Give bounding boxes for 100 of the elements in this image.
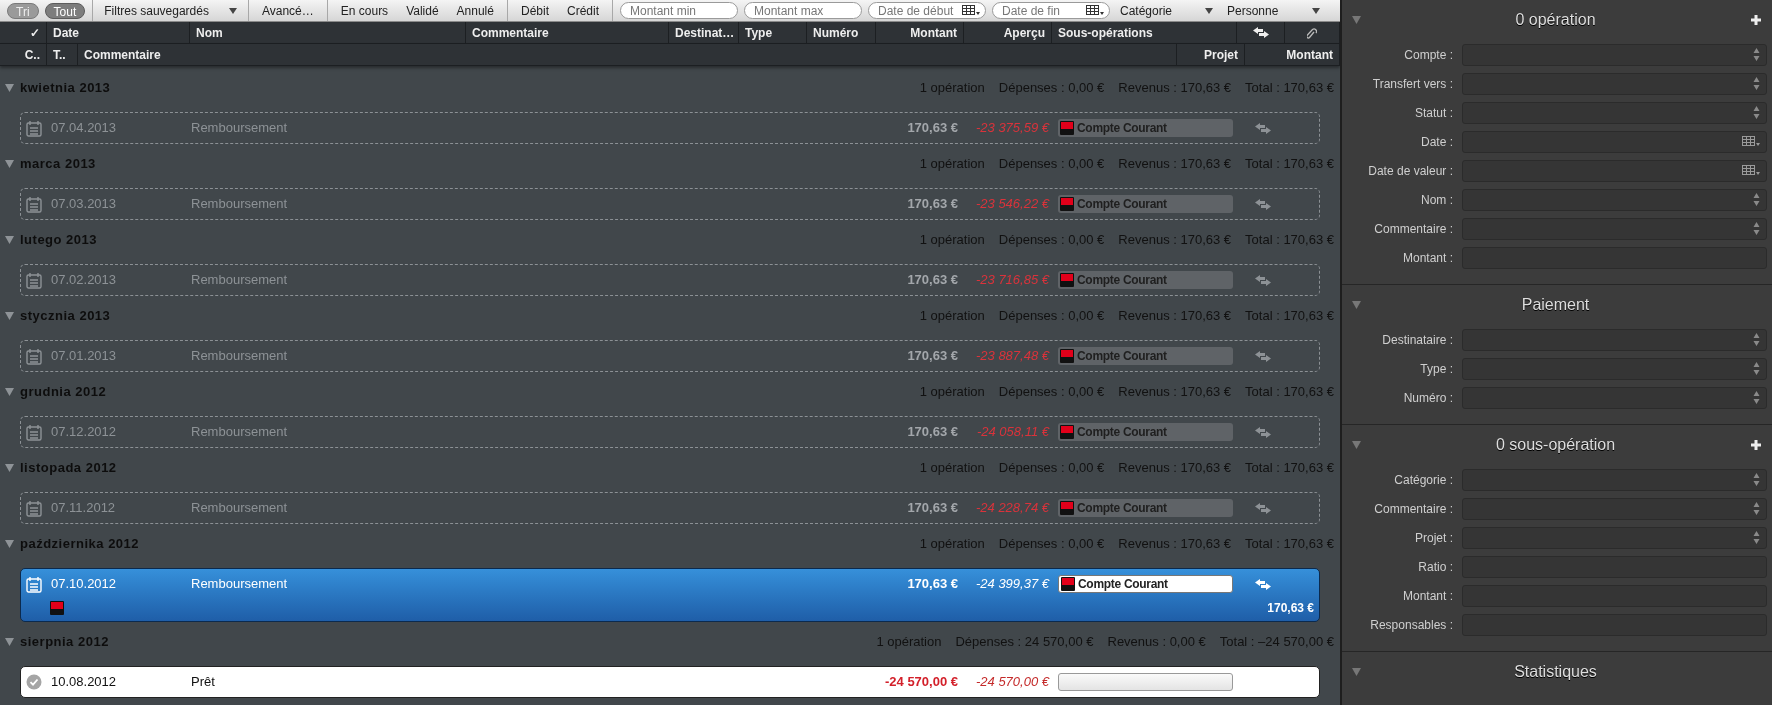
disclosure-triangle-icon[interactable] bbox=[5, 160, 14, 168]
disclosure-triangle-icon[interactable] bbox=[1352, 668, 1361, 676]
filter-button[interactable]: Annulé bbox=[448, 0, 502, 21]
calendar-icon bbox=[26, 423, 42, 441]
search-field[interactable]: Montant min bbox=[620, 2, 738, 19]
add-button[interactable] bbox=[1750, 439, 1762, 451]
balance-cell-text: -23 716,85 € bbox=[975, 271, 1049, 290]
group-summary: Dépenses : 0,00 € bbox=[998, 79, 1105, 98]
column-header[interactable]: C.. bbox=[0, 44, 47, 65]
popup-field[interactable] bbox=[1462, 497, 1767, 520]
column-header[interactable]: Type bbox=[739, 22, 807, 43]
calendar-icon bbox=[26, 575, 42, 593]
name-cell-text: Remboursement bbox=[191, 423, 289, 442]
popup-field[interactable] bbox=[1462, 357, 1767, 380]
calendar-icon bbox=[1742, 136, 1760, 147]
filter-dropdown[interactable]: Catégorie bbox=[1114, 0, 1219, 21]
field-label: Destinataire : bbox=[1381, 331, 1454, 349]
search-field[interactable]: Montant max bbox=[744, 2, 862, 19]
disclosure-triangle-icon[interactable] bbox=[5, 236, 14, 244]
dropdown-arrow-icon bbox=[1312, 7, 1320, 14]
account-name: Compte Courant bbox=[1077, 120, 1167, 137]
stepper-icon bbox=[1753, 47, 1760, 62]
filter-button[interactable]: Validé bbox=[398, 0, 447, 21]
disclosure-triangle-icon[interactable] bbox=[5, 388, 14, 396]
date-field[interactable]: Date de fin bbox=[992, 2, 1110, 19]
popup-field[interactable] bbox=[1462, 468, 1767, 491]
disclosure-triangle-icon[interactable] bbox=[1352, 441, 1361, 449]
group-summary: 1 opération bbox=[919, 459, 985, 478]
disclosure-triangle-icon[interactable] bbox=[1352, 16, 1361, 24]
column-header[interactable]: Aperçu bbox=[964, 22, 1052, 43]
column-header[interactable]: Date bbox=[47, 22, 190, 43]
stepper-icon bbox=[1753, 221, 1760, 236]
transaction-row[interactable]: 07.12.2012 Remboursement 170,63 € -24 058,11 € Compte Courant bbox=[20, 416, 1320, 448]
popup-field[interactable] bbox=[1462, 386, 1767, 409]
stepper-icon bbox=[1753, 76, 1760, 91]
transaction-row[interactable]: 07.03.2013 Remboursement 170,63 € -23 546,22 € Compte Courant bbox=[20, 188, 1320, 220]
group-summary: Revenus : 170,63 € bbox=[1118, 231, 1232, 250]
section-title: 0 sous-opération bbox=[1495, 435, 1616, 455]
date-field[interactable] bbox=[1462, 130, 1767, 153]
account-name: Compte Courant bbox=[1077, 348, 1167, 365]
column-header[interactable]: Sous-opérations bbox=[1052, 22, 1237, 43]
column-header[interactable]: Montant bbox=[876, 22, 964, 43]
column-header[interactable]: ✓ bbox=[0, 22, 47, 43]
add-button[interactable] bbox=[1750, 14, 1762, 26]
dropdown-arrow-icon bbox=[228, 7, 237, 14]
column-header[interactable]: Destinat… bbox=[669, 22, 739, 43]
disclosure-triangle-icon[interactable] bbox=[5, 540, 14, 548]
date-cell-text: 07.03.2013 bbox=[51, 195, 118, 214]
filter-pill[interactable]: Tout bbox=[44, 2, 86, 19]
transaction-row[interactable]: 07.10.2012 Remboursement 170,63 € -24 399,37 € Compte Courant 170,63 € bbox=[20, 568, 1320, 622]
group-summary: Dépenses : 0,00 € bbox=[998, 459, 1105, 478]
filter-button[interactable]: En cours bbox=[332, 0, 397, 21]
filter-button[interactable]: Débit bbox=[512, 0, 557, 21]
filter-dropdown[interactable]: Filtres sauvegardés bbox=[98, 0, 243, 21]
transaction-row[interactable]: 07.11.2012 Remboursement 170,63 € -24 228,74 € Compte Courant bbox=[20, 492, 1320, 524]
amount-cell-text: 170,63 € bbox=[906, 423, 958, 442]
filter-button[interactable]: Avancé… bbox=[253, 0, 322, 21]
date-cell-text: 07.12.2012 bbox=[51, 423, 118, 442]
filter-button[interactable]: Crédit bbox=[559, 0, 607, 21]
disclosure-triangle-icon[interactable] bbox=[5, 464, 14, 472]
column-header[interactable]: Commentaire bbox=[78, 44, 1177, 65]
stepper-icon bbox=[1753, 472, 1760, 487]
transaction-row[interactable]: 07.01.2013 Remboursement 170,63 € -23 887,48 € Compte Courant bbox=[20, 340, 1320, 372]
amount-cell-text: 170,63 € bbox=[906, 195, 958, 214]
amount-cell-text: -24 570,00 € bbox=[884, 673, 958, 692]
popup-field[interactable] bbox=[1462, 526, 1767, 549]
section-title: Paiement bbox=[1521, 295, 1590, 315]
column-header[interactable]: Projet bbox=[1177, 44, 1245, 65]
transaction-row[interactable]: 10.08.2012 Prêt -24 570,00 € -24 570,00 € bbox=[20, 666, 1320, 698]
popup-field[interactable] bbox=[1462, 188, 1767, 211]
transaction-row[interactable]: 07.04.2013 Remboursement 170,63 € -23 375,59 € Compte Courant bbox=[20, 112, 1320, 144]
group-title: listopada 2012 bbox=[20, 459, 117, 478]
disclosure-triangle-icon[interactable] bbox=[1352, 301, 1361, 309]
popup-field[interactable] bbox=[1462, 72, 1767, 95]
disclosure-triangle-icon[interactable] bbox=[5, 84, 14, 92]
column-header[interactable]: T.. bbox=[47, 44, 78, 65]
group-summary: Total : 170,63 € bbox=[1245, 231, 1334, 250]
dropdown-arrow-icon bbox=[1205, 7, 1213, 14]
field-label: Montant : bbox=[1401, 249, 1454, 267]
bank-logo-icon bbox=[1061, 577, 1075, 591]
date-field[interactable] bbox=[1462, 159, 1767, 182]
group-summary: Dépenses : 0,00 € bbox=[998, 155, 1105, 174]
date-field[interactable]: Date de début bbox=[868, 2, 986, 19]
filter-dropdown[interactable]: Personne bbox=[1221, 0, 1326, 21]
bank-logo-icon bbox=[1060, 197, 1074, 211]
popup-field[interactable] bbox=[1462, 217, 1767, 240]
disclosure-triangle-icon[interactable] bbox=[5, 638, 14, 646]
field-label: Date de valeur : bbox=[1367, 162, 1454, 180]
column-header[interactable]: Nom bbox=[190, 22, 466, 43]
column-header[interactable]: Numéro bbox=[807, 22, 876, 43]
column-header[interactable]: Commentaire bbox=[466, 22, 669, 43]
group-title: marca 2013 bbox=[20, 155, 96, 174]
disclosure-triangle-icon[interactable] bbox=[5, 312, 14, 320]
popup-field[interactable] bbox=[1462, 43, 1767, 66]
popup-field[interactable] bbox=[1462, 328, 1767, 351]
stepper-icon bbox=[1753, 332, 1760, 347]
popup-field[interactable] bbox=[1462, 101, 1767, 124]
group-summary: Dépenses : 24 570,00 € bbox=[955, 633, 1094, 652]
balance-cell-text: -23 546,22 € bbox=[975, 195, 1049, 214]
transaction-row[interactable]: 07.02.2013 Remboursement 170,63 € -23 716,85 € Compte Courant bbox=[20, 264, 1320, 296]
